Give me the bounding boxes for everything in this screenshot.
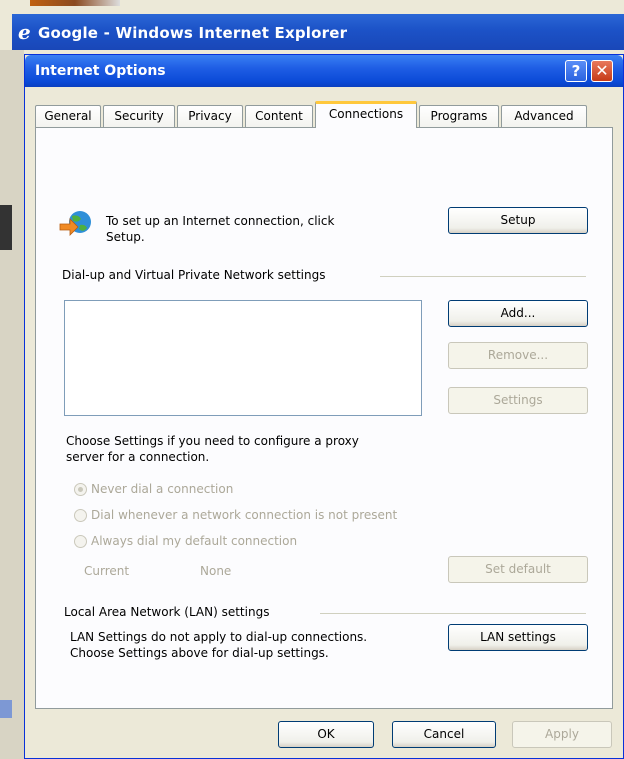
lan-note-line2: Choose Settings above for dial-up settin… — [70, 646, 329, 660]
settings-button[interactable]: Settings — [448, 387, 588, 414]
set-default-button[interactable]: Set default — [448, 556, 588, 583]
radio-dial-whenever[interactable] — [74, 509, 87, 522]
connections-list[interactable] — [64, 300, 422, 416]
window-edge — [30, 0, 120, 6]
lan-heading: Local Area Network (LAN) settings — [64, 605, 270, 619]
setup-text-line1: To set up an Internet connection, click — [106, 214, 335, 228]
help-button[interactable]: ? — [565, 60, 587, 82]
connections-panel: To set up an Internet connection, click … — [35, 127, 613, 709]
tab-security[interactable]: Security — [103, 105, 175, 127]
lan-divider — [320, 613, 586, 614]
proxy-note-line1: Choose Settings if you need to configure… — [66, 434, 359, 448]
tab-connections[interactable]: Connections — [315, 101, 417, 128]
setup-text-line2: Setup. — [106, 230, 145, 244]
current-value: None — [200, 564, 232, 578]
setup-button[interactable]: Setup — [448, 207, 588, 234]
ie-side-bar — [0, 205, 12, 250]
ie-logo-icon: e — [18, 20, 31, 44]
proxy-note-line2: server for a connection. — [66, 450, 210, 464]
tab-content[interactable]: Content — [245, 105, 313, 127]
internet-options-dialog: Internet Options ? ✕ General Security Pr… — [24, 54, 624, 759]
ok-button[interactable]: OK — [278, 721, 374, 748]
cancel-button[interactable]: Cancel — [392, 721, 496, 748]
lan-settings-button[interactable]: LAN settings — [448, 624, 588, 651]
radio-dial-whenever-label: Dial whenever a network connection is no… — [91, 508, 398, 522]
current-label: Current — [84, 564, 130, 578]
tab-privacy[interactable]: Privacy — [177, 105, 243, 127]
radio-always-dial-label: Always dial my default connection — [91, 534, 298, 548]
radio-selected-dot — [78, 487, 83, 492]
dialog-titlebar[interactable]: Internet Options ? ✕ — [25, 55, 623, 87]
ie-left-chrome — [0, 50, 24, 759]
dialup-heading: Dial-up and Virtual Private Network sett… — [62, 268, 326, 282]
tab-advanced[interactable]: Advanced — [501, 105, 587, 127]
add-button[interactable]: Add... — [448, 300, 588, 327]
network-globe-icon — [59, 211, 91, 236]
radio-never-dial[interactable] — [74, 483, 87, 496]
dialup-divider — [380, 276, 586, 277]
ie-scroll-bit[interactable] — [0, 700, 12, 718]
tab-general[interactable]: General — [35, 105, 101, 127]
radio-always-dial[interactable] — [74, 535, 87, 548]
remove-button[interactable]: Remove... — [448, 342, 588, 369]
lan-note-line1: LAN Settings do not apply to dial-up con… — [70, 630, 368, 644]
tab-programs[interactable]: Programs — [419, 105, 499, 127]
dialog-title: Internet Options — [35, 63, 166, 79]
apply-button[interactable]: Apply — [512, 721, 612, 748]
radio-never-dial-label: Never dial a connection — [91, 482, 234, 496]
close-button[interactable]: ✕ — [591, 60, 613, 82]
ie-window-title: Google - Windows Internet Explorer — [38, 24, 348, 42]
